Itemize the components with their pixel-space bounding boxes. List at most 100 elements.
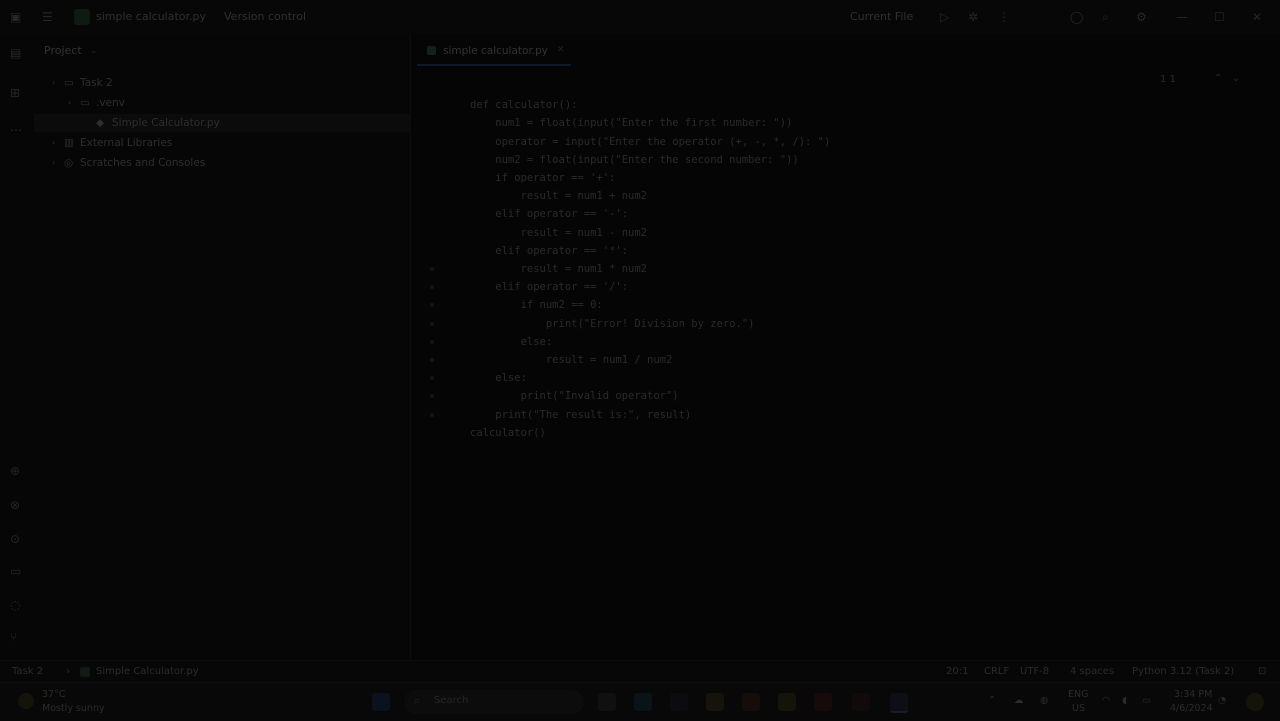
project-panel-title[interactable]: Project (44, 44, 82, 57)
tree-item[interactable]: › ▭ Task 2 (34, 74, 410, 92)
breadcrumb-file[interactable]: Simple Calculator.py (96, 666, 199, 677)
main-menu-icon[interactable]: ☰ (42, 10, 53, 24)
chrome-icon[interactable] (742, 693, 760, 711)
more-tools-icon[interactable]: … (10, 120, 22, 134)
project-selector[interactable]: simple calculator.py (96, 10, 206, 23)
problems-icon[interactable]: ⊙ (10, 532, 20, 546)
vcs-widget[interactable]: Version control (224, 10, 306, 23)
file-explorer-icon[interactable] (706, 693, 724, 711)
code-line[interactable]: calculator() (470, 424, 546, 442)
code-line[interactable]: result = num1 + num2 (470, 187, 647, 205)
tree-item[interactable]: ◆ Simple Calculator.py (34, 114, 410, 132)
code-line[interactable]: if num2 == 0: (470, 296, 603, 314)
chevron-icon[interactable]: › (68, 94, 71, 112)
terminal-icon[interactable]: ▭ (10, 564, 21, 578)
run-icon[interactable]: ▷ (940, 10, 949, 24)
folder-icon: ▭ (64, 77, 74, 89)
input-language[interactable]: ENG (1068, 689, 1088, 700)
taskbar-search-box[interactable]: ⌕ Search (404, 690, 584, 714)
chevron-up-icon[interactable]: ⌃ (1214, 72, 1222, 86)
project-panel: Project ⌄ › ▭ Task 2 › ▭ .venv ◆ Simple Calcula… (34, 34, 411, 660)
code-line[interactable]: num1 = float(input("Enter the first numb… (470, 114, 792, 132)
maximize-icon[interactable]: ☐ (1214, 10, 1225, 24)
python-packages-icon[interactable]: ⊕ (10, 464, 20, 478)
gutter-marker[interactable] (430, 412, 434, 417)
minimize-icon[interactable]: — (1176, 10, 1188, 24)
services-icon[interactable]: ◌ (10, 598, 20, 612)
code-line[interactable]: elif operator == '/': (470, 278, 628, 296)
close-tab-icon[interactable]: ✕ (557, 45, 565, 55)
search-icon: ⌕ (414, 694, 421, 707)
code-line[interactable]: print("Invalid operator") (470, 387, 679, 405)
code-line[interactable]: operator = input("Enter the operator (+,… (470, 133, 830, 151)
volume-icon[interactable]: ◖ (1122, 695, 1127, 706)
edge-browser-icon[interactable] (634, 693, 652, 711)
editor-tab-label: simple calculator.py (443, 45, 549, 57)
app-tray-icon[interactable]: ◍ (1040, 695, 1048, 706)
editor-tab-simple-calculator[interactable]: simple calculator.py ✕ (417, 40, 571, 66)
app-logo-icon: ▣ (10, 10, 22, 24)
battery-icon[interactable]: ▭ (1142, 695, 1151, 706)
git-icon[interactable]: ⑂ (10, 630, 17, 644)
run-config-selector[interactable]: Current File (850, 10, 913, 23)
folder-icon: ▭ (80, 97, 90, 109)
code-line[interactable]: print("Error! Division by zero.") (470, 315, 755, 333)
indent-setting[interactable]: 4 spaces (1070, 666, 1114, 677)
code-line[interactable]: def calculator(): (470, 96, 577, 114)
weather-temp[interactable]: 37°C (42, 689, 65, 700)
structure-tool-icon[interactable]: ⊞ (10, 86, 20, 100)
chevron-up-icon[interactable]: ⌃ (988, 695, 996, 706)
code-line[interactable]: if operator == '+': (470, 169, 615, 187)
wifi-icon[interactable]: ◠ (1102, 695, 1110, 706)
cloud-icon[interactable]: ☁ (1014, 695, 1024, 706)
code-line[interactable]: else: (470, 369, 527, 387)
code-line[interactable]: print("The result is:", result) (470, 406, 691, 424)
code-line[interactable]: elif operator == '*': (470, 242, 628, 260)
tree-item[interactable]: › ▭ .venv (34, 94, 410, 112)
app-icon[interactable] (778, 693, 796, 711)
pycharm-icon[interactable] (890, 693, 908, 713)
code-line[interactable]: result = num1 - num2 (470, 224, 647, 242)
project-tool-icon[interactable]: ▤ (10, 46, 21, 60)
breadcrumb-root[interactable]: Task 2 (12, 666, 43, 677)
opera-icon[interactable] (852, 693, 870, 711)
chevron-icon[interactable]: › (52, 134, 55, 152)
caret-position[interactable]: 20:1 (946, 666, 968, 677)
chevron-icon[interactable]: › (52, 74, 55, 92)
gutter-marker[interactable] (430, 321, 434, 326)
more-actions-icon[interactable]: ⋮ (998, 10, 1010, 24)
weather-icon[interactable] (18, 693, 34, 709)
debug-icon[interactable]: ✲ (968, 10, 978, 24)
close-icon[interactable]: ✕ (1252, 10, 1262, 24)
chevron-down-icon[interactable]: ⌄ (1232, 72, 1240, 86)
title-bar: ▣ ☰ simple calculator.py Version control… (0, 0, 1280, 34)
store-icon[interactable] (670, 693, 688, 711)
task-view-icon[interactable] (598, 693, 616, 711)
code-line[interactable]: elif operator == '-': (470, 205, 628, 223)
settings-icon[interactable]: ⚙ (1136, 10, 1147, 24)
copilot-icon[interactable] (1246, 693, 1264, 711)
account-icon[interactable]: ◯ (1070, 10, 1083, 24)
chevron-down-icon[interactable]: ⌄ (90, 44, 98, 58)
code-line[interactable]: result = num1 / num2 (470, 351, 672, 369)
chevron-icon[interactable]: › (52, 154, 55, 172)
tree-item[interactable]: › ◎ Scratches and Consoles (34, 154, 410, 172)
code-line[interactable]: result = num1 * num2 (470, 260, 647, 278)
brave-icon[interactable] (814, 693, 832, 711)
gutter-marker[interactable] (430, 339, 434, 344)
windows-start-icon[interactable] (372, 693, 390, 711)
gutter-marker[interactable] (430, 358, 434, 362)
lock-icon[interactable]: ⊡ (1258, 666, 1266, 677)
line-separator[interactable]: CRLF (984, 666, 1009, 677)
notification-bell-icon[interactable]: ◔ (1218, 695, 1226, 706)
tree-item[interactable]: › ▥ External Libraries (34, 134, 410, 152)
inspection-widget[interactable]: 1 1 (1160, 74, 1176, 85)
search-everywhere-icon[interactable]: ⌕ (1102, 10, 1109, 24)
python-interpreter[interactable]: Python 3.12 (Task 2) (1132, 666, 1234, 677)
python-console-icon[interactable]: ⊗ (10, 498, 20, 512)
clock-time[interactable]: 3:34 PM (1174, 689, 1212, 700)
code-line[interactable]: else: (470, 333, 553, 351)
code-line[interactable]: num2 = float(input("Enter the second num… (470, 151, 798, 169)
gutter-marker[interactable] (430, 267, 434, 271)
file-encoding[interactable]: UTF-8 (1020, 666, 1049, 677)
